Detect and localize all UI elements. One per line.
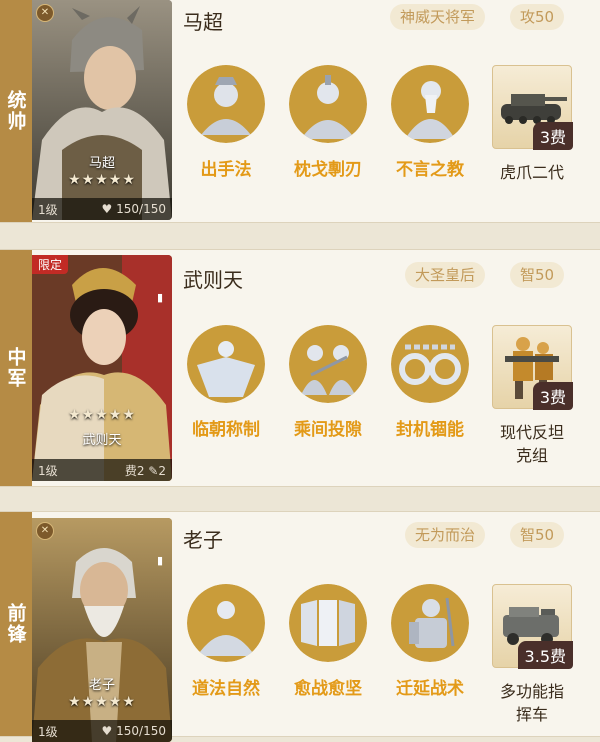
skill-label: 迁延战术	[396, 679, 464, 699]
role-label: 统帅	[0, 0, 32, 222]
general-portrait[interactable]: 限定 ▮ ★★★★★ 武则天 1级 费2 ✎2	[32, 255, 172, 481]
cost-readout: 费2 ✎2	[124, 463, 166, 478]
general-name: 武则天	[183, 268, 243, 292]
crossed-swords-icon: ✕	[36, 522, 54, 540]
skill-1[interactable]: 出手法	[182, 65, 270, 180]
portrait-status-bar: 1级 ♥ 150/150	[32, 198, 172, 220]
skill-3[interactable]: 不言之教	[386, 65, 474, 180]
unit-label: 现代反坦 克组	[499, 423, 564, 465]
general-portrait[interactable]: ✕ ▮ 老子 ★★★★★ 1级 ♥ 150/150	[32, 518, 172, 742]
cost-badge: 3费	[532, 382, 573, 410]
flag-icon: ▮	[156, 291, 164, 304]
skill-1[interactable]: 道法自然	[182, 584, 270, 699]
star-rating: ★★★★★	[68, 407, 136, 423]
title-tag: 神威天将军	[390, 4, 486, 30]
flag-icon: ▮	[156, 554, 164, 567]
skill-label: 封机锢能	[396, 420, 464, 440]
unit-label: 多功能指 挥车	[499, 682, 564, 724]
skill-label: 乘间投隙	[294, 420, 362, 440]
level-label: 1级	[38, 463, 58, 478]
portrait-name: 老子	[88, 678, 115, 693]
level-label: 1级	[38, 202, 58, 217]
level-label: 1级	[38, 724, 58, 739]
unit-card[interactable]: 3费 现代反坦 克组	[490, 325, 574, 467]
unit-card[interactable]: 3.5费 多功能指 挥车	[490, 584, 574, 726]
warrior-portrait-icon	[187, 65, 265, 143]
command-vehicle-icon: 3.5费	[492, 584, 573, 669]
skill-label: 枕戈剸刃	[294, 160, 362, 180]
meditating-sage-icon	[187, 584, 265, 662]
heart-icon: ♥	[101, 202, 113, 216]
portrait-name: 武则天	[82, 433, 122, 448]
cost-badge: 3费	[532, 122, 573, 150]
chain-gear-icon	[391, 325, 469, 403]
feather-icon: ✎	[148, 463, 159, 478]
skill-label: 不言之教	[396, 160, 464, 180]
duel-icon	[289, 325, 367, 403]
skill-2[interactable]: 枕戈剸刃	[284, 65, 372, 180]
portrait-status-bar: 1级 费2 ✎2	[32, 459, 172, 481]
limited-badge: 限定	[32, 255, 69, 274]
general-row-machao: 统帅 ✕ 马超 ★★★★★ 1级 ♥ 150/150 马超 神威天将军 攻50 …	[0, 0, 600, 222]
skill-label: 道法自然	[192, 679, 260, 699]
title-tag: 无为而治	[405, 522, 486, 548]
stat-tag: 智50	[510, 262, 565, 288]
portrait-name: 马超	[88, 156, 115, 171]
hp-readout: ♥ 150/150	[101, 202, 166, 216]
general-name: 马超	[183, 10, 223, 34]
general-portrait[interactable]: ✕ 马超 ★★★★★ 1级 ♥ 150/150	[32, 0, 172, 220]
scholar-portrait-icon	[289, 65, 367, 143]
portrait-status-bar: 1级 ♥ 150/150	[32, 720, 172, 742]
unit-card[interactable]: 3费 虎爪二代	[490, 65, 574, 184]
armored-soldier-icon	[391, 584, 469, 662]
role-label: 前锋	[0, 512, 32, 736]
shield-wall-icon	[289, 584, 367, 662]
general-row-laozi: 前锋 ✕ ▮ 老子 ★★★★★ 1级 ♥ 150/150 老子 无为而治 智50…	[0, 512, 600, 742]
stat-tag: 攻50	[510, 4, 565, 30]
unit-label: 虎爪二代	[499, 163, 564, 182]
skill-3[interactable]: 封机锢能	[386, 325, 474, 440]
sage-portrait-icon	[391, 65, 469, 143]
general-name: 老子	[183, 528, 223, 552]
star-rating: ★★★★★	[68, 172, 136, 188]
general-row-wuzetian: 中军 限定 ▮ ★★★★★ 武则天 1级 费2 ✎2 武则天 大圣皇后 智50	[0, 250, 600, 486]
skill-3[interactable]: 迁延战术	[386, 584, 474, 699]
star-rating: ★★★★★	[68, 694, 136, 710]
antitank-crew-icon: 3费	[492, 325, 573, 410]
role-label: 中军	[0, 250, 32, 486]
skill-label: 出手法	[200, 160, 252, 180]
robe-figure-icon	[187, 325, 265, 403]
tank-icon: 3费	[492, 65, 573, 150]
skill-label: 临朝称制	[192, 420, 260, 440]
skill-2[interactable]: 乘间投隙	[284, 325, 372, 440]
stat-tag: 智50	[510, 522, 565, 548]
skill-1[interactable]: 临朝称制	[182, 325, 270, 440]
skill-2[interactable]: 愈战愈坚	[284, 584, 372, 699]
skill-label: 愈战愈坚	[294, 679, 362, 699]
cost-badge: 3.5费	[517, 641, 573, 669]
title-tag: 大圣皇后	[405, 262, 486, 288]
crossed-swords-icon: ✕	[36, 4, 54, 22]
